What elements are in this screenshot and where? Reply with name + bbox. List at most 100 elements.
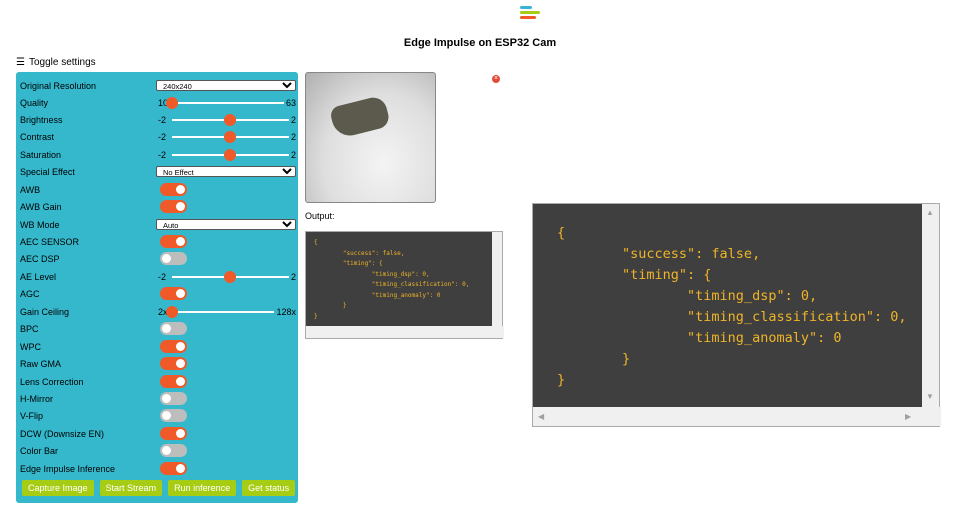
horizontal-scrollbar[interactable]: ◀ ▶ [533, 407, 941, 426]
output-json-large: { "success": false, "timing": { "timing_… [533, 204, 923, 409]
h-mirror-toggle[interactable] [160, 392, 187, 405]
setting-wpc: WPC [20, 338, 296, 355]
camera-image [305, 72, 436, 203]
slider-max-label: 128x [276, 306, 296, 317]
ei-inference-toggle[interactable] [160, 462, 187, 475]
special-effect-select[interactable]: No Effect [156, 166, 296, 177]
scroll-down-icon[interactable]: ▼ [926, 392, 934, 401]
ae-level-slider[interactable]: -2 2 [156, 270, 296, 283]
setting-ei-inference: Edge Impulse Inference [20, 460, 296, 477]
close-icon[interactable]: × [492, 75, 500, 83]
run-inference-button[interactable]: Run inference [168, 480, 237, 496]
lens-correction-toggle[interactable] [160, 375, 187, 388]
awb-gain-toggle[interactable] [160, 200, 187, 213]
awb-toggle[interactable] [160, 183, 187, 196]
setting-contrast: Contrast -2 2 [20, 128, 296, 145]
setting-h-mirror: H-Mirror [20, 390, 296, 407]
setting-label: AEC DSP [20, 253, 60, 264]
slider-thumb[interactable] [224, 130, 237, 143]
setting-label: V-Flip [20, 410, 44, 421]
slider-thumb[interactable] [224, 270, 237, 283]
setting-color-bar: Color Bar [20, 442, 296, 459]
contrast-slider[interactable]: -2 2 [156, 130, 296, 143]
setting-dcw: DCW (Downsize EN) [20, 425, 296, 442]
output-textarea-large[interactable]: { "success": false, "timing": { "timing_… [532, 203, 941, 427]
gain-ceiling-slider[interactable]: 2x 128x [156, 305, 296, 318]
setting-label: AE Level [20, 271, 57, 282]
slider-thumb[interactable] [166, 305, 178, 318]
v-flip-toggle[interactable] [160, 409, 187, 422]
setting-label: AEC SENSOR [20, 236, 80, 247]
saturation-slider[interactable]: -2 2 [156, 148, 296, 161]
edge-impulse-logo-icon [520, 6, 542, 22]
setting-label: Raw GMA [20, 358, 62, 369]
output-json-small: { "success": false, "timing": { "timing_… [306, 232, 494, 328]
setting-awb-gain: AWB Gain [20, 198, 296, 215]
setting-label: AGC [20, 288, 40, 299]
horizontal-scrollbar[interactable] [306, 326, 504, 338]
slider-max-label: 2 [290, 131, 296, 142]
setting-saturation: Saturation -2 2 [20, 146, 296, 163]
scroll-right-icon[interactable]: ▶ [905, 412, 911, 421]
setting-gain-ceiling: Gain Ceiling 2x 128x [20, 303, 296, 320]
slider-thumb[interactable] [224, 148, 237, 161]
setting-label: Contrast [20, 131, 55, 142]
brightness-slider[interactable]: -2 2 [156, 113, 296, 126]
setting-brightness: Brightness -2 2 [20, 111, 296, 128]
slider-max-label: 63 [285, 97, 296, 108]
setting-label: AWB [20, 184, 41, 195]
vertical-scrollbar[interactable] [492, 232, 502, 328]
wb-mode-select[interactable]: Auto [156, 219, 296, 230]
setting-label: Original Resolution [20, 80, 97, 91]
resolution-select[interactable]: 240x240 [156, 80, 296, 91]
start-stream-button[interactable]: Start Stream [99, 480, 163, 496]
setting-label: Color Bar [20, 445, 59, 456]
toggle-settings-button[interactable]: ☰ Toggle settings [16, 57, 96, 68]
slider-thumb[interactable] [166, 96, 178, 109]
setting-label: H-Mirror [20, 393, 53, 404]
wpc-toggle[interactable] [160, 340, 187, 353]
aec-dsp-toggle[interactable] [160, 252, 187, 265]
setting-label: Saturation [20, 149, 62, 160]
vertical-scrollbar[interactable]: ▲ ▼ [922, 204, 939, 409]
setting-label: WB Mode [20, 219, 60, 230]
color-bar-toggle[interactable] [160, 444, 187, 457]
aec-sensor-toggle[interactable] [160, 235, 187, 248]
setting-resolution: Original Resolution 240x240 [20, 77, 296, 94]
setting-wb-mode: WB Mode Auto [20, 216, 296, 233]
raw-gma-toggle[interactable] [160, 357, 187, 370]
capture-image-button[interactable]: Capture Image [22, 480, 94, 496]
hamburger-icon: ☰ [16, 57, 25, 68]
setting-label: Brightness [20, 114, 63, 125]
setting-ae-level: AE Level -2 2 [20, 268, 296, 285]
setting-label: AWB Gain [20, 201, 62, 212]
setting-aec-dsp: AEC DSP [20, 250, 296, 267]
slider-max-label: 2 [290, 149, 296, 160]
scroll-up-icon[interactable]: ▲ [926, 208, 934, 217]
slider-thumb[interactable] [224, 113, 237, 126]
setting-v-flip: V-Flip [20, 407, 296, 424]
setting-quality: Quality 10 63 [20, 94, 296, 111]
setting-lens-correction: Lens Correction [20, 373, 296, 390]
quality-slider[interactable]: 10 63 [156, 96, 296, 109]
get-status-button[interactable]: Get status [242, 480, 296, 496]
slider-min-label: -2 [158, 271, 167, 282]
bpc-toggle[interactable] [160, 322, 187, 335]
agc-toggle[interactable] [160, 287, 187, 300]
page-title: Edge Impulse on ESP32 Cam [403, 37, 557, 49]
action-buttons: Capture Image Start Stream Run inference… [22, 480, 296, 496]
dcw-toggle[interactable] [160, 427, 187, 440]
setting-label: Gain Ceiling [20, 306, 70, 317]
setting-agc: AGC [20, 285, 296, 302]
settings-panel: Original Resolution 240x240 Quality 10 6… [16, 72, 298, 503]
output-textarea-small[interactable]: { "success": false, "timing": { "timing_… [305, 231, 504, 339]
setting-label: Quality [20, 97, 49, 108]
setting-special-effect: Special Effect No Effect [20, 163, 296, 180]
output-label: Output: [305, 211, 335, 221]
slider-max-label: 2 [290, 114, 296, 125]
setting-awb: AWB [20, 181, 296, 198]
scroll-left-icon[interactable]: ◀ [538, 412, 544, 421]
slider-min-label: -2 [158, 114, 167, 125]
setting-label: Edge Impulse Inference [20, 463, 116, 474]
setting-bpc: BPC [20, 320, 296, 337]
